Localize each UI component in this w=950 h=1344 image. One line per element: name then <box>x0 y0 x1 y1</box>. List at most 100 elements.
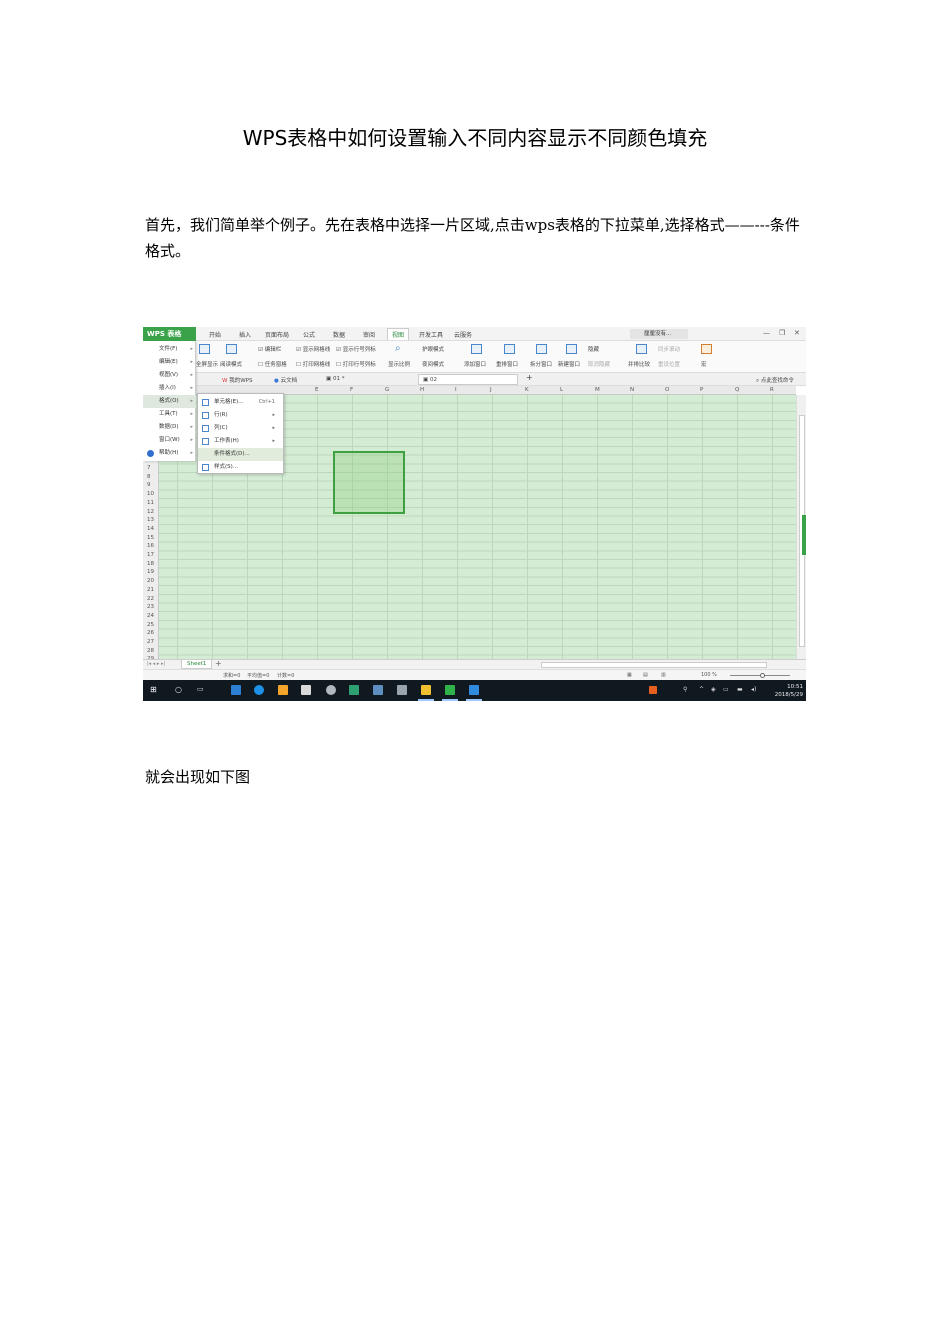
row-header[interactable]: 25 <box>147 622 154 628</box>
security-app-icon[interactable] <box>231 685 241 695</box>
app-gray-icon[interactable] <box>326 685 336 695</box>
submenu-item[interactable]: 列(C) ▸ <box>198 422 283 435</box>
menu-item[interactable]: 文件(F) ▸ <box>143 343 196 356</box>
checkbox-print-headers[interactable]: ☐ 打印行号列标 <box>336 360 376 368</box>
row-header[interactable]: 21 <box>147 587 154 593</box>
column-header[interactable]: M <box>595 387 600 393</box>
row-header[interactable]: 9 <box>147 482 151 488</box>
column-header[interactable]: F <box>350 387 353 393</box>
tray-volume-icon[interactable]: ◂) <box>751 686 756 693</box>
tray-shield-icon[interactable]: ◈ <box>711 686 716 693</box>
checkbox-task-pane[interactable]: ☐ 任务窗格 <box>258 360 287 368</box>
row-header[interactable]: 24 <box>147 613 154 619</box>
column-header[interactable]: J <box>490 387 492 393</box>
file-tab-02[interactable]: ▣ 02 <box>418 374 518 385</box>
menu-item[interactable]: 窗口(W) ▸ <box>143 434 196 447</box>
column-header[interactable]: P <box>700 387 703 393</box>
menu-item[interactable]: 插入(I) ▸ <box>143 382 196 395</box>
horizontal-scrollbar[interactable] <box>541 662 767 668</box>
add-window-button[interactable]: 添加窗口 <box>464 360 486 368</box>
selected-range[interactable] <box>333 451 405 514</box>
row-header[interactable]: 11 <box>147 500 154 506</box>
wps-app-button[interactable]: WPS 表格 <box>143 327 196 341</box>
column-header[interactable]: L <box>560 387 563 393</box>
add-sheet-plus-icon[interactable]: + <box>215 659 222 668</box>
tray-chevron-up-icon[interactable]: ^ <box>699 686 704 693</box>
row-header[interactable]: 27 <box>147 639 154 645</box>
windows-start-icon[interactable]: ⊞ <box>150 685 157 694</box>
submenu-item[interactable]: 样式(S)... <box>198 461 283 474</box>
file-tab-01[interactable]: ▣ 01 * <box>326 376 344 382</box>
row-header[interactable]: 10 <box>147 491 154 497</box>
column-header[interactable]: H <box>420 387 424 393</box>
tray-person-icon[interactable]: ⚲ <box>683 686 687 693</box>
submenu-item[interactable]: 行(R) ▸ <box>198 409 283 422</box>
menu-item[interactable]: 编辑(E) ▸ <box>143 356 196 369</box>
tab-cloud[interactable]: 云服务 <box>454 330 472 339</box>
calculator-icon[interactable] <box>301 685 311 695</box>
zoom-slider-knob[interactable] <box>760 673 765 678</box>
new-window-button[interactable]: 新建窗口 <box>558 360 580 368</box>
app-chart-icon[interactable] <box>349 685 359 695</box>
row-header[interactable]: 13 <box>147 517 154 523</box>
submenu-item[interactable]: 单元格(E)... Ctrl+1 <box>198 396 283 409</box>
row-header[interactable]: 26 <box>147 630 154 636</box>
wps-spreadsheet-icon[interactable] <box>445 685 455 695</box>
checkbox-show-grid[interactable]: ☑ 显示网格线 <box>296 345 330 353</box>
hide-button[interactable]: 隐藏 <box>588 345 599 353</box>
tray-app-icon[interactable] <box>649 686 657 694</box>
submenu-item[interactable]: 条件格式(D)... <box>198 448 283 461</box>
new-tab-plus-icon[interactable]: + <box>526 373 533 382</box>
app-network-icon[interactable] <box>373 685 383 695</box>
row-header[interactable]: 22 <box>147 596 154 602</box>
split-button[interactable]: 拆分窗口 <box>530 360 552 368</box>
row-header[interactable]: 17 <box>147 552 154 558</box>
file-tab-cloud-docs[interactable]: ● 云文档 <box>274 376 297 384</box>
minimize-icon[interactable]: — <box>763 329 770 337</box>
row-header[interactable]: 15 <box>147 535 154 541</box>
menu-item[interactable]: 帮助(H) ▸ <box>143 447 196 460</box>
tab-data[interactable]: 数据 <box>333 330 345 339</box>
unhide-button[interactable]: 取消隐藏 <box>588 360 610 368</box>
close-icon[interactable]: ✕ <box>794 329 800 337</box>
column-header[interactable]: G <box>385 387 389 393</box>
row-header[interactable]: 23 <box>147 604 154 610</box>
search-command[interactable]: ⌕ 点此查找命令 <box>756 376 794 385</box>
row-header[interactable]: 16 <box>147 543 154 549</box>
view-normal-icon[interactable]: ▦ <box>627 672 632 678</box>
row-header[interactable]: 14 <box>147 526 154 532</box>
rearrange-button[interactable]: 重排窗口 <box>496 360 518 368</box>
side-panel-handle[interactable] <box>802 515 806 555</box>
tab-formula[interactable]: 公式 <box>303 330 315 339</box>
menu-item[interactable]: 工具(T) ▸ <box>143 408 196 421</box>
row-header[interactable]: 12 <box>147 509 154 515</box>
column-header[interactable]: K <box>525 387 529 393</box>
taskbar-clock[interactable]: 10:51 2018/5/29 <box>773 683 803 699</box>
row-header[interactable]: 18 <box>147 561 154 567</box>
side-by-side-button[interactable]: 并排比较 <box>628 360 650 368</box>
task-view-icon[interactable]: ▭ <box>197 685 204 693</box>
fullscreen-button[interactable]: 全屏显示 <box>196 360 218 368</box>
tab-developer[interactable]: 开发工具 <box>419 330 443 339</box>
view-break-icon[interactable]: ▥ <box>661 672 666 678</box>
row-header[interactable]: 20 <box>147 578 154 584</box>
column-header[interactable]: Q <box>735 387 739 393</box>
wps-writer-icon[interactable] <box>469 685 479 695</box>
eye-mode-button[interactable]: 护眼模式 <box>422 345 444 353</box>
row-header[interactable]: 28 <box>147 648 154 654</box>
tab-page-layout[interactable]: 页面布局 <box>265 330 289 339</box>
tab-insert[interactable]: 插入 <box>239 330 251 339</box>
tab-start[interactable]: 开始 <box>209 330 221 339</box>
file-explorer-icon[interactable] <box>421 685 431 695</box>
macro-button[interactable]: 宏 <box>701 360 707 368</box>
view-page-icon[interactable]: ▤ <box>643 672 648 678</box>
reading-mode-button[interactable]: 阅读模式 <box>220 360 242 368</box>
checkbox-print-grid[interactable]: ☐ 打印网格线 <box>296 360 330 368</box>
checkbox-show-headers[interactable]: ☑ 显示行号列标 <box>336 345 376 353</box>
menu-item[interactable]: 格式(O) ▸ <box>143 395 196 408</box>
tab-view[interactable]: 视图 <box>387 328 410 340</box>
menu-item[interactable]: 视图(V) ▸ <box>143 369 196 382</box>
cortana-icon[interactable]: ○ <box>175 685 182 694</box>
user-account[interactable]: 厘厘没有... <box>630 329 688 339</box>
submenu-item[interactable]: 工作表(H) ▸ <box>198 435 283 448</box>
